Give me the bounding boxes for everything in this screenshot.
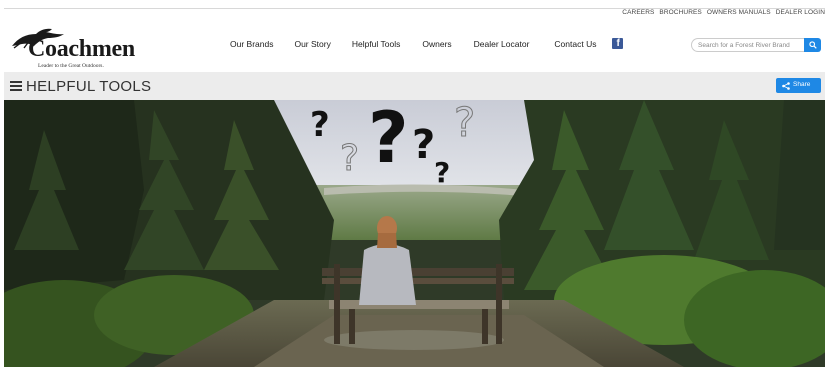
nav-contact-us[interactable]: Contact Us (554, 39, 596, 49)
nav-owners[interactable]: Owners (422, 39, 451, 49)
search-button[interactable] (804, 38, 821, 52)
page-title: HELPFUL TOOLS (26, 78, 152, 95)
share-label: Share (793, 81, 811, 88)
share-button[interactable]: Share (776, 78, 821, 93)
hamburger-icon[interactable] (10, 81, 22, 91)
svg-text:?: ? (454, 100, 475, 146)
utility-link-dealer-login[interactable]: DEALER LOGIN (776, 9, 825, 16)
site-header: Coachmen Leader to the Great Outdoors. O… (0, 18, 825, 72)
brand-tagline: Leader to the Great Outdoors. (38, 63, 104, 69)
facebook-icon[interactable]: f (612, 38, 624, 49)
search-icon (809, 41, 817, 49)
search-box (691, 38, 821, 52)
page-title-bar: HELPFUL TOOLS Share (4, 72, 825, 100)
utility-link-owners-manuals[interactable]: OWNERS MANUALS (707, 9, 771, 16)
brand-logo[interactable]: Coachmen Leader to the Great Outdoors. (10, 26, 150, 69)
main-nav: Our Brands Our Story Helpful Tools Owner… (230, 38, 624, 49)
utility-nav: CAREERS BROCHURES OWNERS MANUALS DEALER … (622, 9, 825, 16)
svg-text:?: ? (340, 138, 359, 179)
brand-name: Coachmen (28, 36, 135, 62)
utility-link-brochures[interactable]: BROCHURES (659, 9, 701, 16)
utility-link-careers[interactable]: CAREERS (622, 9, 654, 16)
svg-text:?: ? (368, 100, 409, 179)
svg-text:?: ? (412, 122, 435, 168)
share-icon (782, 82, 790, 90)
nav-helpful-tools[interactable]: Helpful Tools (352, 39, 401, 49)
search-input[interactable] (691, 38, 804, 52)
svg-text:?: ? (310, 105, 330, 145)
nav-our-brands[interactable]: Our Brands (230, 39, 273, 49)
hero-image: ? ? ? ? ? ? (4, 100, 825, 367)
nav-dealer-locator[interactable]: Dealer Locator (474, 39, 530, 49)
utility-bar: CAREERS BROCHURES OWNERS MANUALS DEALER … (0, 0, 825, 18)
hero-forest-scene: ? ? ? ? ? ? (4, 100, 825, 367)
svg-text:?: ? (434, 156, 450, 189)
nav-our-story[interactable]: Our Story (294, 39, 330, 49)
